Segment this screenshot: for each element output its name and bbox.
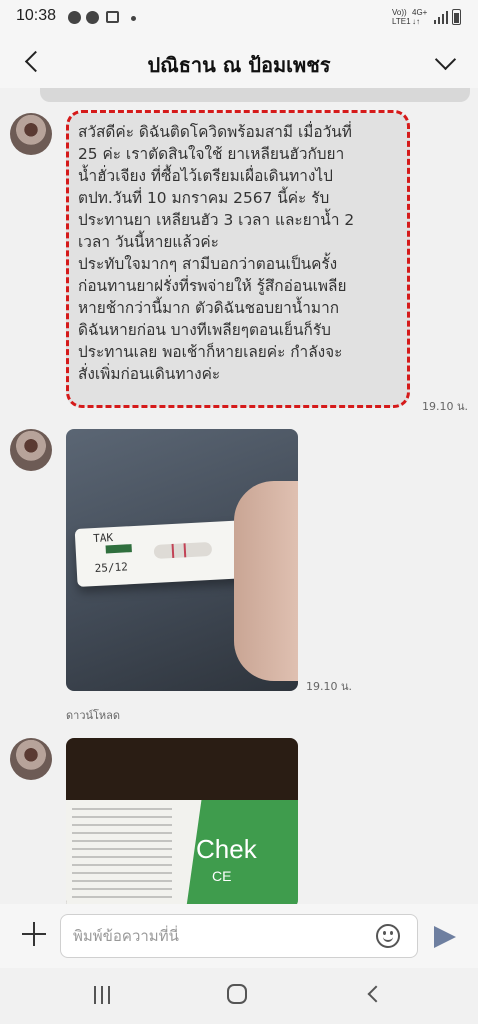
photo-message-antigen-test[interactable]: TAK 25/12 [66,429,298,691]
message-time: 19.10 น. [422,400,469,413]
test-kit-box: Chek CE [66,800,298,904]
avatar[interactable] [10,738,52,780]
box-text-lines [72,808,172,898]
send-icon[interactable] [434,926,458,948]
image-notification-icon [106,11,119,23]
input-bar [0,904,478,968]
strip-handwriting-name: TAK [92,531,114,546]
recent-apps-icon[interactable] [94,986,112,1004]
line-notification-icon [68,11,81,24]
download-link[interactable]: ดาวน์โหลด [66,706,120,724]
system-nav-bar [0,968,478,1024]
box-brand: Chek [196,834,257,864]
nav-back-icon[interactable] [366,985,382,1003]
avatar[interactable] [10,429,52,471]
strip-label [105,544,132,554]
photo-message-test-box[interactable]: Chek CE [66,738,298,904]
message-time: 19.10 น. [306,680,353,693]
data-indicator: 4G+ ↓↑ [412,8,428,26]
message-input[interactable] [60,914,418,958]
avatar[interactable] [10,113,52,155]
home-icon[interactable] [227,984,247,1004]
strip-handwriting-date: 25/12 [94,560,129,576]
ce-mark: CE [212,868,232,884]
chat-title: ปณิธาน ณ ป้อมเพชร [147,53,331,77]
finger [234,481,298,681]
status-bar: 10:38 Vo)) LTE1 4G+ ↓↑ [0,0,478,36]
more-notifications-icon [131,16,136,21]
battery-icon [452,9,461,25]
message-bubble[interactable]: สวัสดีค่ะ ดิฉันติดโควิดพร้อมสามี เมื่อวั… [66,113,410,407]
app-notification-icon [86,11,99,24]
chat-header: ปณิธาน ณ ป้อมเพชร [0,36,478,88]
previous-message-bubble [40,88,470,102]
smiley-icon[interactable] [376,924,400,948]
volte-indicator: Vo)) LTE1 [392,8,411,26]
message-list[interactable]: สวัสดีค่ะ ดิฉันติดโควิดพร้อมสามี เมื่อวั… [0,88,478,904]
plus-icon[interactable] [22,922,46,946]
signal-icon [434,10,448,24]
status-time: 10:38 [16,7,57,24]
chat-menu-button[interactable] [432,48,460,76]
